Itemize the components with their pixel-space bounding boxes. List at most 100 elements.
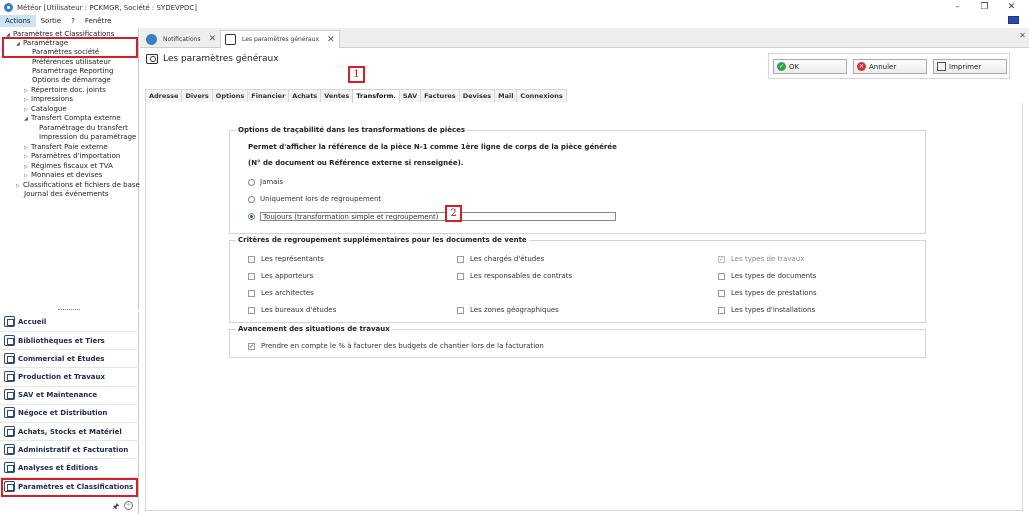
checkbox[interactable] xyxy=(457,255,464,263)
tree-item-catalogue[interactable]: ▷ Catalogue xyxy=(24,105,67,114)
tab-notifications[interactable]: Notifications ✕ xyxy=(142,30,220,48)
pin-icon[interactable]: 🖈 xyxy=(112,501,119,514)
tab-adresse[interactable]: Adresse xyxy=(145,89,183,102)
menu-help[interactable]: ? xyxy=(66,15,80,27)
checkbox-bureaux-etudes[interactable]: Les bureaux d'études xyxy=(248,306,336,314)
nav-administratif-facturation[interactable]: Administratif et Facturation xyxy=(4,441,137,458)
nav-analyses-editions[interactable]: Analyses et Éditions xyxy=(4,459,137,476)
nav-achats-stocks[interactable]: Achats, Stocks et Matériel xyxy=(4,423,137,440)
home-icon xyxy=(4,316,15,327)
checkbox-types-documents[interactable]: Les types de documents xyxy=(718,272,816,280)
radio-toujours[interactable]: Toujours (transformation simple et regro… xyxy=(248,212,616,221)
checkbox-charges-etudes[interactable]: Les chargés d'études xyxy=(457,255,544,263)
tree-item-regimes-fiscaux[interactable]: ▷ Régimes fiscaux et TVA xyxy=(24,162,113,171)
checkbox-zones-geographiques[interactable]: Les zones géographiques xyxy=(457,306,559,314)
checkbox-types-prestations[interactable]: Les types de prestations xyxy=(718,289,817,297)
tree-item-impression-parametrage[interactable]: Impression du paramétrage xyxy=(39,133,136,142)
tab-transform[interactable]: Transform. xyxy=(352,89,400,103)
checkbox-types-installations[interactable]: Les types d'installations xyxy=(718,306,815,314)
tab-sav[interactable]: SAV xyxy=(398,89,422,102)
ok-button[interactable]: ✓ OK xyxy=(773,59,847,74)
refresh-icon xyxy=(146,33,157,45)
group-legend: Critères de regroupement supplémentaires… xyxy=(236,236,529,244)
checkbox-representants[interactable]: Les représentants xyxy=(248,255,324,263)
menu-fenetre[interactable]: Fenêtre xyxy=(80,15,116,27)
tree-item-parametres-importation[interactable]: ▷ Paramètres d'importation xyxy=(24,152,120,161)
checkbox[interactable] xyxy=(248,306,255,314)
tab-options[interactable]: Options xyxy=(211,89,249,102)
tab-parametres-generaux[interactable]: Les paramètres généraux ✕ xyxy=(220,30,340,48)
tab-achats[interactable]: Achats xyxy=(288,89,322,102)
checkbox-apporteurs[interactable]: Les apporteurs xyxy=(248,272,313,280)
close-icon[interactable]: ✕ xyxy=(209,34,217,44)
annotation-highlight xyxy=(2,37,138,58)
nav-bibliotheques-tiers[interactable]: Bibliothèques et Tiers xyxy=(4,332,137,349)
nav-sav-maintenance[interactable]: SAV et Maintenance xyxy=(4,386,137,403)
checkbox-architectes[interactable]: Les architectes xyxy=(248,289,314,297)
expand-icon[interactable]: ▷ xyxy=(24,153,31,162)
close-icon[interactable]: ✕ xyxy=(1019,31,1026,40)
minimize-button[interactable]: – xyxy=(944,0,971,15)
menu-sortie[interactable]: Sortie xyxy=(36,15,67,27)
tree-item-repertoire-doc-joints[interactable]: ▷ Répertoire doc. joints xyxy=(24,86,106,95)
tree-item-journal-evenements[interactable]: Journal des événements xyxy=(24,190,109,199)
nav-commercial-etudes[interactable]: Commercial et Études xyxy=(4,350,137,367)
collapse-icon[interactable]: « xyxy=(124,501,133,510)
tree-item-monnaies-devises[interactable]: ▷ Monnaies et devises xyxy=(24,171,102,180)
tree-item-transfert-paie[interactable]: ▷ Transfert Paie externe xyxy=(24,143,108,152)
expand-icon[interactable]: ▷ xyxy=(24,172,31,181)
checkbox[interactable] xyxy=(718,272,725,280)
tab-mail[interactable]: Mail xyxy=(494,89,518,102)
checkbox-percent-budgets[interactable]: ✓ Prendre en compte le % à facturer des b… xyxy=(248,342,544,350)
settings-tabs: Adresse Divers Options Financier Achats … xyxy=(145,89,567,103)
tab-connexions[interactable]: Connexions xyxy=(516,89,567,102)
tree-item-options-demarrage[interactable]: Options de démarrage xyxy=(32,76,111,85)
checkbox[interactable] xyxy=(718,289,725,297)
checkbox[interactable] xyxy=(248,272,255,280)
button-label: Annuler xyxy=(869,62,897,71)
radio-jamais[interactable]: Jamais xyxy=(248,178,283,186)
tab-devises[interactable]: Devises xyxy=(458,89,496,102)
checkbox-responsables-contrats[interactable]: Les responsables de contrats xyxy=(457,272,572,280)
checkbox-label: Les types de prestations xyxy=(731,289,817,297)
checkbox[interactable] xyxy=(457,306,464,314)
traceability-description: Permet d'afficher la référence de la piè… xyxy=(248,143,617,151)
menu-actions[interactable]: Actions xyxy=(0,15,36,27)
nav-label: Analyses et Éditions xyxy=(18,463,99,472)
tree-item-preferences-utilisateur[interactable]: Préférences utilisateur xyxy=(32,58,111,67)
close-button[interactable]: ✕ xyxy=(998,0,1025,15)
cancel-button[interactable]: ✕ Annuler xyxy=(853,59,927,74)
nav-negoce-distribution[interactable]: Négoce et Distribution xyxy=(4,404,137,421)
checkbox-label: Les types d'installations xyxy=(731,306,816,314)
checkbox[interactable] xyxy=(248,289,255,297)
tab-financier[interactable]: Financier xyxy=(247,89,290,102)
nav-label: Production et Travaux xyxy=(18,372,106,381)
maximize-button[interactable]: ❐ xyxy=(971,0,998,15)
radio-button[interactable] xyxy=(248,178,255,186)
nav-accueil[interactable]: Accueil xyxy=(4,313,137,330)
expand-icon[interactable]: ◢ xyxy=(24,115,31,124)
tree-item-classifications-fichiers[interactable]: ▷ Classifications et fichiers de base xyxy=(16,181,140,190)
tree-item-impressions[interactable]: ▷ Impressions xyxy=(24,95,73,104)
radio-uniquement-regroupement[interactable]: Uniquement lors de regroupement xyxy=(248,195,381,203)
checkbox[interactable]: ✓ xyxy=(248,342,255,350)
expand-icon[interactable]: ▷ xyxy=(16,182,23,191)
checkbox-label: Les bureaux d'études xyxy=(261,306,337,314)
tree-item-parametrage-reporting[interactable]: Paramétrage Reporting xyxy=(32,67,113,76)
tab-divers[interactable]: Divers xyxy=(181,89,213,102)
checkbox[interactable] xyxy=(248,255,255,263)
tree-item-parametrage-transfert[interactable]: Paramétrage du transfert xyxy=(39,124,128,133)
close-icon[interactable]: ✕ xyxy=(327,35,335,45)
panel-splitter[interactable] xyxy=(58,309,80,311)
print-button[interactable]: Imprimer xyxy=(933,59,1007,74)
radio-button[interactable] xyxy=(248,195,255,203)
tab-ventes[interactable]: Ventes xyxy=(320,89,354,102)
tab-factures[interactable]: Factures xyxy=(420,89,460,102)
tree-item-transfert-compta[interactable]: ◢ Transfert Compta externe xyxy=(24,114,121,123)
checkbox[interactable] xyxy=(457,272,464,280)
language-flag-icon[interactable] xyxy=(1008,16,1019,24)
nav-production-travaux[interactable]: Production et Travaux xyxy=(4,368,137,385)
expand-icon[interactable]: ▷ xyxy=(24,96,31,105)
checkbox[interactable] xyxy=(718,306,725,314)
radio-button[interactable] xyxy=(248,213,255,220)
